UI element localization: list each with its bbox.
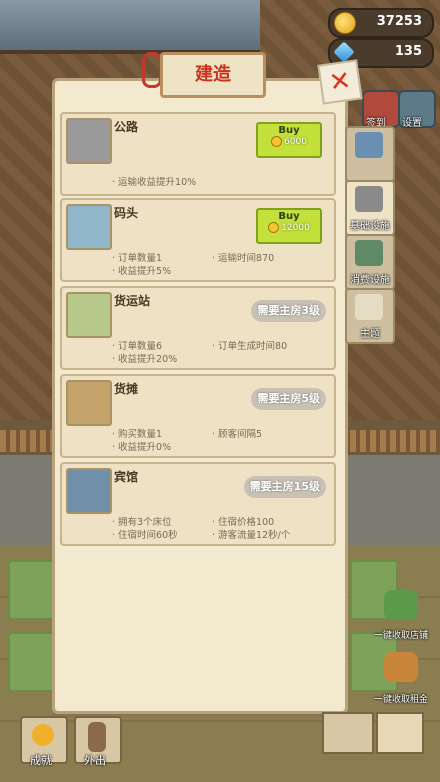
- road-icon: [66, 118, 112, 164]
- hotel-icon: [66, 468, 112, 514]
- coin-icon: [268, 222, 280, 233]
- freight-station-icon: [66, 292, 112, 338]
- coin-counter[interactable]: 37253: [328, 8, 434, 38]
- locked-requirement: 需要主房15级: [243, 476, 326, 498]
- stall-icon: [66, 380, 112, 426]
- card-stat: 运输时间870: [212, 250, 274, 264]
- card-stat: 顾客间隔5: [212, 426, 262, 440]
- buy-button[interactable]: Buy 12000: [256, 208, 322, 244]
- build-card-freight-station: 货运站 需要主房3级 订单数量6 订单生成时间80 收益提升20%: [60, 286, 336, 370]
- card-name: 公路: [114, 120, 139, 134]
- card-stat: 住宿时间60秒: [112, 527, 178, 541]
- staff-icon: [355, 132, 383, 158]
- consumer-facility-icon: [355, 240, 383, 266]
- locked-requirement: 需要主房3级: [251, 300, 326, 322]
- card-stat: 订单数量1: [112, 250, 162, 264]
- locked-requirement: 需要主房5级: [251, 388, 326, 410]
- card-stat: 订单数量6: [112, 338, 162, 352]
- tab-theme[interactable]: 主题: [345, 288, 395, 344]
- collect-shop-label: 一键收取店铺: [374, 631, 429, 641]
- traveler-icon: [88, 722, 106, 752]
- tab-infrastructure[interactable]: 基础设施: [345, 180, 395, 236]
- card-stat: 游客流量12秒/个: [212, 527, 290, 541]
- collect-rent-label: 一键收取租金: [374, 695, 429, 705]
- go-out-label: 外出: [84, 754, 106, 767]
- coin-icon: [334, 12, 356, 34]
- buy-button[interactable]: Buy 6000: [256, 122, 322, 158]
- panel-title: 建造: [160, 52, 266, 98]
- notice-button[interactable]: [376, 712, 424, 754]
- tab-consumer-facilities[interactable]: 消费设施: [345, 234, 395, 290]
- build-card-dock: 码头 Buy 12000 订单数量1 运输时间870 收益提升5%: [60, 198, 336, 282]
- card-stat: 收益提升0%: [112, 439, 171, 453]
- rent-bag-icon: [384, 652, 418, 682]
- grass-tile: [8, 632, 56, 692]
- settings-label: 设置: [402, 118, 422, 129]
- mailbox-button[interactable]: [322, 712, 374, 754]
- tab-staff[interactable]: [345, 126, 395, 182]
- gem-value: 135: [394, 44, 422, 59]
- coin-value: 37253: [376, 14, 422, 29]
- card-stat: 收益提升5%: [112, 263, 171, 277]
- card-stat: 住宿价格100: [212, 514, 274, 528]
- fence-theme-icon: [355, 294, 383, 320]
- card-stat: 购买数量1: [112, 426, 162, 440]
- infrastructure-icon: [355, 186, 383, 212]
- collect-rent-button[interactable]: [376, 650, 426, 696]
- paperclip-icon: [142, 52, 162, 88]
- card-stat: 运输收益提升10%: [112, 174, 196, 188]
- build-card-hotel: 宾馆 需要主房15级 拥有3个床位 住宿价格100 住宿时间60秒 游客流量12…: [60, 462, 336, 546]
- coin-icon: [271, 136, 283, 147]
- dock-icon: [66, 204, 112, 250]
- card-stat: 订单生成时间80: [212, 338, 287, 352]
- card-name: 宾馆: [114, 470, 139, 484]
- grass-tile: [8, 560, 56, 620]
- card-stat: 收益提升20%: [112, 351, 177, 365]
- medal-icon: [32, 724, 54, 746]
- build-card-road: 公路 Buy 6000 运输收益提升10%: [60, 112, 336, 196]
- shop-bag-icon: [384, 590, 418, 620]
- card-stat: 拥有3个床位: [112, 514, 172, 528]
- building-roof: [0, 0, 260, 54]
- close-button[interactable]: ✕: [317, 59, 363, 105]
- card-name: 货运站: [114, 294, 151, 308]
- card-name: 货摊: [114, 382, 139, 396]
- build-card-stall: 货摊 需要主房5级 购买数量1 顾客间隔5 收益提升0%: [60, 374, 336, 458]
- card-name: 码头: [114, 206, 139, 220]
- achievement-label: 成就: [30, 754, 52, 767]
